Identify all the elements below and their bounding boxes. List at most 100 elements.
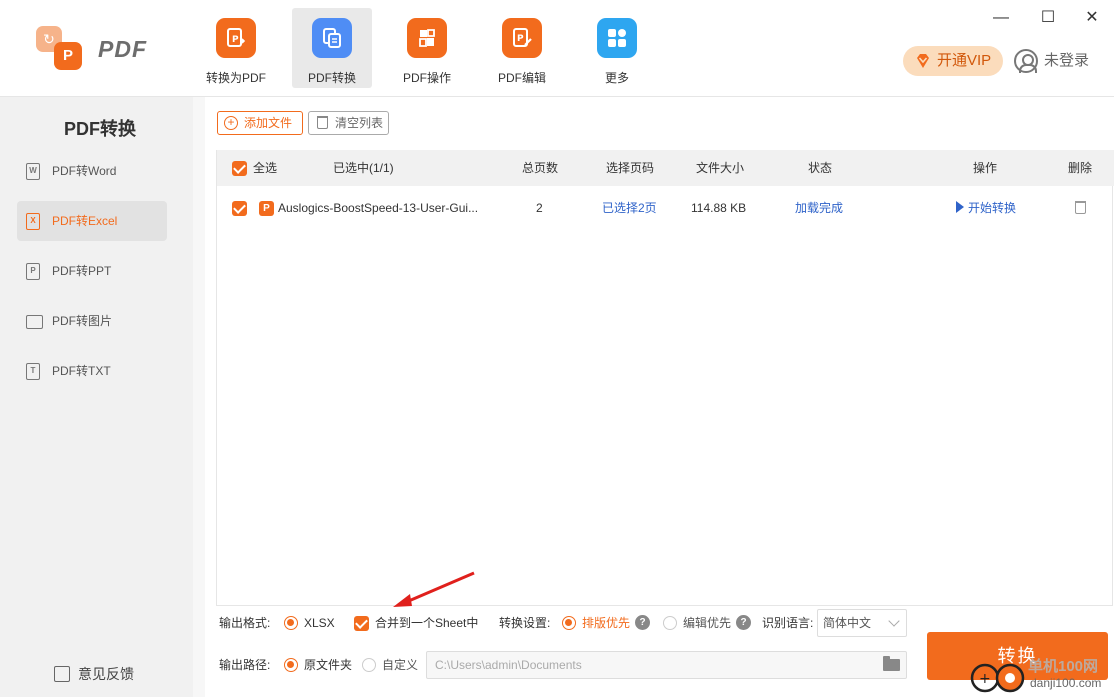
vip-button[interactable]: 开通VIP <box>903 46 1003 76</box>
layout-first-radio[interactable] <box>562 616 576 630</box>
ppt-file-icon: P <box>26 263 40 280</box>
sidebar-item-pdf-to-txt[interactable]: T PDF转TXT <box>17 351 167 391</box>
tab-label: PDF编辑 <box>497 71 546 85</box>
clear-list-button[interactable]: 清空列表 <box>308 111 389 135</box>
sidebar-item-label: PDF转图片 <box>52 314 113 328</box>
word-file-icon: W <box>26 163 40 180</box>
pdf-operate-icon <box>407 18 447 58</box>
sidebar-item-label: PDF转TXT <box>52 364 111 378</box>
app-logo-icon: ↻ P <box>30 22 88 80</box>
tab-pdf-edit[interactable]: P PDF编辑 <box>482 8 562 88</box>
maximize-button[interactable]: ☐ <box>1038 10 1058 26</box>
original-folder-radio[interactable] <box>284 658 298 672</box>
language-select[interactable]: 简体中文 <box>817 609 907 637</box>
status-text: 加载完成 <box>795 201 844 215</box>
help-icon[interactable]: ? <box>635 615 650 630</box>
original-folder-label: 原文件夹 <box>304 658 353 672</box>
add-file-button[interactable]: + 添加文件 <box>217 111 303 135</box>
language-value: 简体中文 <box>823 616 872 630</box>
row-checkbox[interactable] <box>232 201 247 216</box>
file-name: Auslogics-BoostSpeed-13-User-Gui... <box>278 201 479 215</box>
sidebar-item-pdf-to-ppt[interactable]: P PDF转PPT <box>17 251 167 291</box>
folder-icon[interactable] <box>883 656 900 671</box>
feedback-label: 意见反馈 <box>78 666 134 682</box>
header-status: 状态 <box>808 161 833 175</box>
custom-path-radio[interactable] <box>362 658 376 672</box>
feedback-button[interactable]: 意见反馈 <box>54 665 134 683</box>
diamond-icon <box>917 54 929 68</box>
annotation-arrow-icon <box>393 571 475 607</box>
file-table: 全选 已选中(1/1) 总页数 选择页码 文件大小 状态 操作 删除 P Aus… <box>216 150 1114 606</box>
sidebar-item-pdf-to-word[interactable]: W PDF转Word <box>17 151 167 191</box>
svg-text:+: + <box>979 671 991 687</box>
header-selected-count: 已选中(1/1) <box>333 161 394 175</box>
merge-sheet-label: 合并到一个Sheet中 <box>375 616 479 630</box>
table-row: P Auslogics-BoostSpeed-13-User-Gui... 2 … <box>217 186 1114 230</box>
svg-text:P: P <box>517 34 524 44</box>
grid-icon <box>597 18 637 58</box>
sidebar-item-label: PDF转Word <box>52 164 117 178</box>
merge-sheet-checkbox[interactable] <box>354 616 369 631</box>
output-path-field[interactable]: C:\Users\admin\Documents <box>426 651 907 679</box>
header-pages: 总页数 <box>522 161 559 175</box>
pdf-file-icon: P <box>259 201 274 216</box>
pdf-convert-icon <box>312 18 352 58</box>
top-bar: ↻ P PDF P 转换为PDF PDF转换 PDF操作 P PDF编辑 更多 … <box>0 0 1114 97</box>
feedback-icon <box>54 666 70 682</box>
tab-label: PDF转换 <box>307 71 356 85</box>
add-file-label: 添加文件 <box>244 116 293 130</box>
start-convert-button[interactable]: 开始转换 <box>956 186 1016 230</box>
to-pdf-icon: P <box>216 18 256 58</box>
header-file-size: 文件大小 <box>696 161 745 175</box>
edit-first-radio[interactable] <box>663 616 677 630</box>
select-all-checkbox[interactable] <box>232 161 247 176</box>
divider <box>193 97 205 697</box>
plus-icon: + <box>224 116 238 130</box>
page-select-link[interactable]: 已选择2页 <box>602 186 657 230</box>
sidebar: PDF转换 W PDF转Word X PDF转Excel P PDF转PPT P… <box>0 97 193 697</box>
tab-more[interactable]: 更多 <box>577 8 657 88</box>
format-xlsx-radio[interactable] <box>284 616 298 630</box>
play-icon <box>956 201 964 213</box>
header-page-select: 选择页码 <box>606 161 655 175</box>
header-action: 操作 <box>973 161 998 175</box>
image-icon <box>26 315 43 329</box>
sidebar-item-pdf-to-excel[interactable]: X PDF转Excel <box>17 201 167 241</box>
app-logo-text: PDF <box>98 36 147 62</box>
login-button[interactable]: 未登录 <box>1014 48 1089 74</box>
vip-label: 开通VIP <box>937 52 992 69</box>
output-path-label: 输出路径: <box>219 658 271 672</box>
clear-list-label: 清空列表 <box>335 116 384 130</box>
svg-text:P: P <box>232 35 239 45</box>
minimize-button[interactable]: — <box>991 10 1011 26</box>
tab-pdf-convert[interactable]: PDF转换 <box>292 8 372 88</box>
delete-row-icon[interactable] <box>1075 201 1086 214</box>
user-avatar-icon <box>1014 49 1038 73</box>
trash-icon <box>317 116 328 129</box>
output-path-value: C:\Users\admin\Documents <box>435 658 582 672</box>
tab-pdf-operate[interactable]: PDF操作 <box>387 8 467 88</box>
convert-setting-label: 转换设置: <box>499 616 551 630</box>
edit-first-label: 编辑优先 <box>683 616 732 630</box>
layout-first-label: 排版优先 <box>582 616 631 630</box>
sidebar-item-pdf-to-image[interactable]: PDF转图片 <box>17 301 167 341</box>
start-convert-label: 开始转换 <box>968 201 1017 215</box>
help-icon[interactable]: ? <box>736 615 751 630</box>
sidebar-item-label: PDF转PPT <box>52 264 112 278</box>
close-button[interactable]: ✕ <box>1082 10 1102 26</box>
format-xlsx-label: XLSX <box>304 616 335 630</box>
file-size: 114.88 KB <box>691 201 747 215</box>
tab-label: 转换为PDF <box>205 71 266 85</box>
recognition-language-label: 识别语言: <box>762 616 814 630</box>
chevron-down-icon <box>888 615 900 627</box>
page-count: 2 <box>536 201 543 215</box>
watermark-text: 单机100网 <box>1028 658 1099 675</box>
tab-label: PDF操作 <box>402 71 451 85</box>
pdf-edit-icon: P <box>502 18 542 58</box>
login-label: 未登录 <box>1044 52 1090 69</box>
tab-label: 更多 <box>604 71 629 85</box>
header-select-all: 全选 <box>253 161 278 175</box>
excel-file-icon: X <box>26 213 40 230</box>
table-header: 全选 已选中(1/1) 总页数 选择页码 文件大小 状态 操作 删除 <box>217 150 1114 186</box>
tab-to-pdf[interactable]: P 转换为PDF <box>196 8 276 88</box>
